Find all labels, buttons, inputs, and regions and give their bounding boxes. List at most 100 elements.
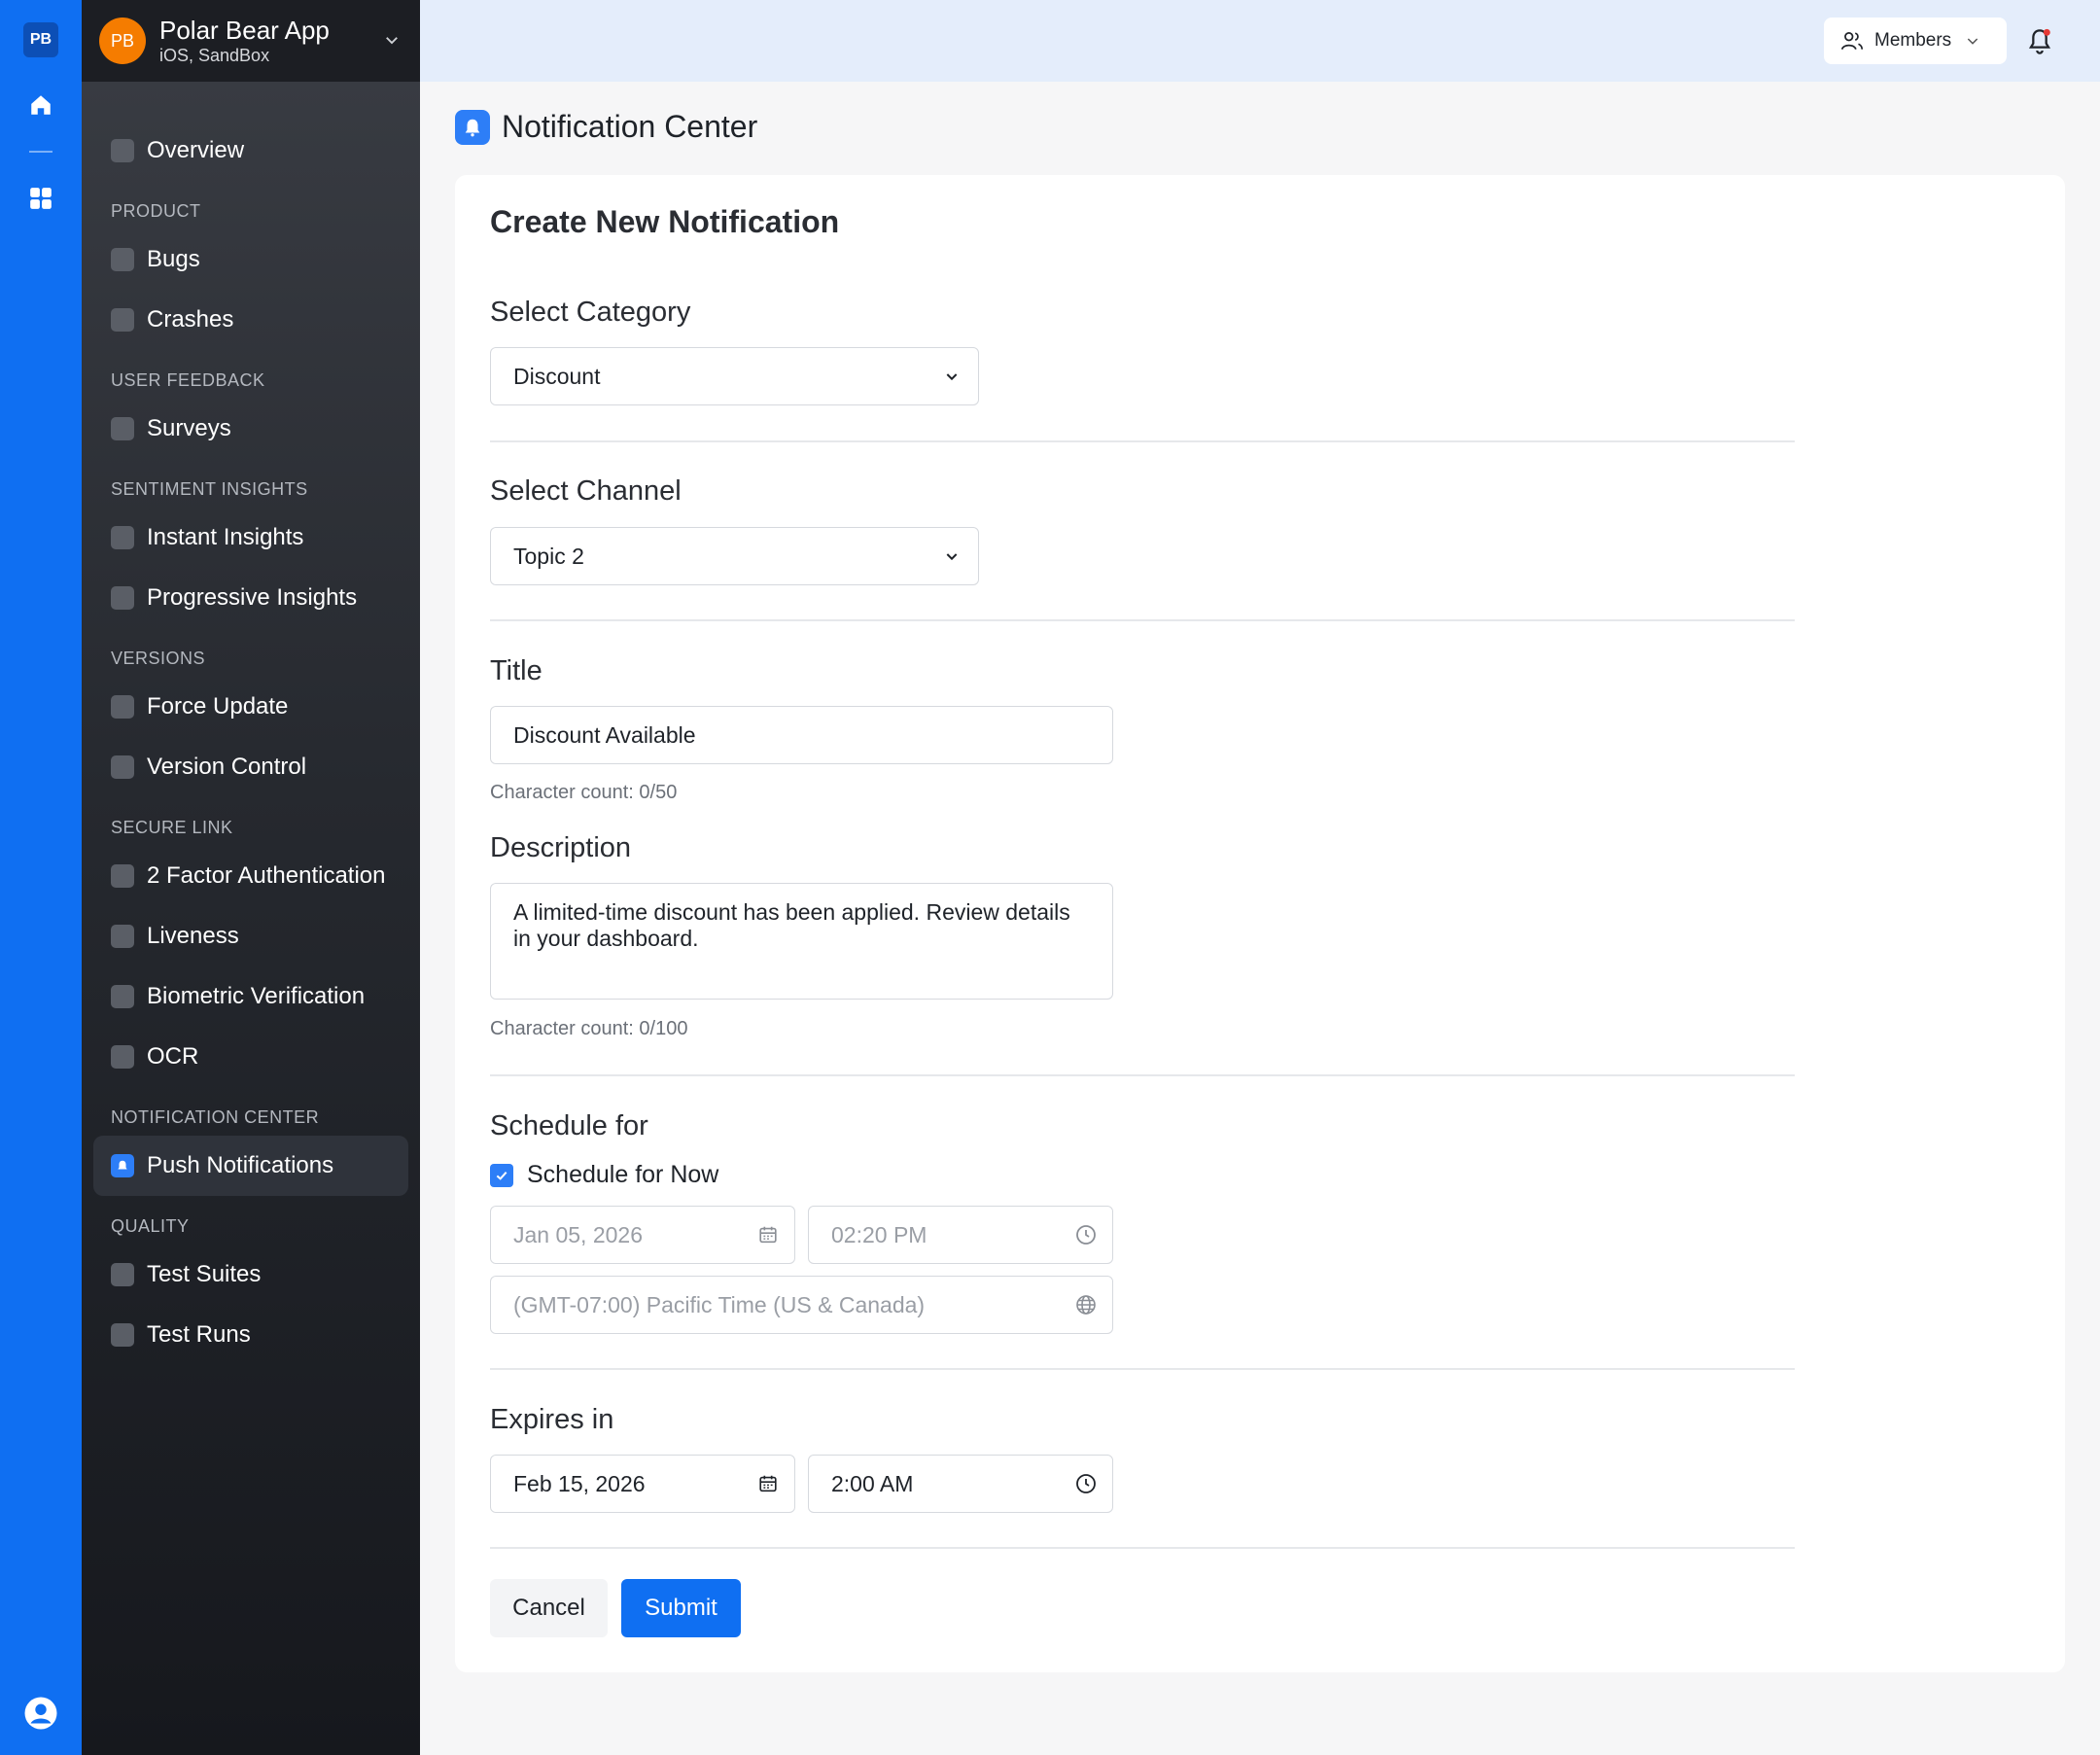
- shield-lock-icon: [111, 864, 134, 888]
- page-header: Notification Center: [455, 109, 757, 145]
- title-input[interactable]: Discount Available: [490, 706, 1113, 764]
- members-label: Members: [1874, 30, 1952, 51]
- notification-center-icon: [455, 109, 490, 145]
- workspace-badge[interactable]: PB: [23, 22, 58, 57]
- schedule-time-input[interactable]: 02:20 PM: [808, 1206, 1113, 1264]
- category-value: Discount: [513, 363, 601, 389]
- calendar-icon: [755, 1471, 781, 1496]
- app-rail: PB: [0, 0, 82, 1755]
- clock-icon: [1073, 1471, 1099, 1496]
- section-secure-link: SECURE LINK: [111, 818, 233, 837]
- sidebar: PB Polar Bear App iOS, SandBox Overview …: [82, 0, 420, 1755]
- calendar-icon: [755, 1222, 781, 1247]
- sidebar-item-ocr[interactable]: OCR: [82, 1027, 420, 1087]
- sidebar-item-label: Test Runs: [147, 1321, 251, 1348]
- sidebar-item-push-notifications[interactable]: Push Notifications: [93, 1136, 408, 1196]
- description-label: Description: [490, 832, 632, 863]
- home-icon[interactable]: [25, 89, 56, 121]
- create-notification-card: Create New Notification Select Category …: [455, 175, 2065, 1672]
- title-value: Discount Available: [513, 721, 696, 748]
- channel-label: Select Channel: [490, 475, 682, 507]
- sidebar-item-label: Bugs: [147, 246, 200, 272]
- submit-button[interactable]: Submit: [621, 1579, 741, 1637]
- section-sentiment-insights: SENTIMENT INSIGHTS: [111, 479, 308, 499]
- apps-grid-icon[interactable]: [25, 183, 56, 214]
- sidebar-item-progressive-insights[interactable]: Progressive Insights: [82, 568, 420, 628]
- sidebar-item-label: Overview: [147, 137, 245, 163]
- sidebar-item-test-runs[interactable]: Test Runs: [82, 1305, 420, 1365]
- sidebar-item-surveys[interactable]: Surveys: [82, 399, 420, 459]
- members-dropdown[interactable]: Members: [1824, 18, 2007, 64]
- overview-icon: [111, 139, 134, 162]
- app-environment: iOS, SandBox: [159, 46, 270, 65]
- sidebar-item-label: Crashes: [147, 306, 234, 333]
- section-user-feedback: USER FEEDBACK: [111, 370, 265, 390]
- notification-icon: [111, 1154, 134, 1177]
- description-textarea[interactable]: A limited-time discount has been applied…: [490, 883, 1113, 1000]
- chevron-down-icon: [939, 544, 964, 569]
- heart-icon: [111, 526, 134, 549]
- shield-check-icon: [111, 1263, 134, 1286]
- schedule-now-checkbox[interactable]: Schedule for Now: [490, 1161, 718, 1189]
- inbox-icon: [111, 1323, 134, 1347]
- schedule-timezone-select[interactable]: (GMT-07:00) Pacific Time (US & Canada): [490, 1276, 1113, 1334]
- channel-value: Topic 2: [513, 543, 584, 569]
- sidebar-item-liveness[interactable]: Liveness: [82, 906, 420, 966]
- channel-select[interactable]: Topic 2: [490, 527, 979, 585]
- schedule-date-input[interactable]: Jan 05, 2026: [490, 1206, 795, 1264]
- sidebar-item-label: Instant Insights: [147, 524, 304, 550]
- section-product: PRODUCT: [111, 201, 201, 221]
- expires-time-value: 2:00 AM: [831, 1470, 914, 1496]
- sidebar-item-label: Liveness: [147, 923, 239, 949]
- schedule-date-value: Jan 05, 2026: [513, 1221, 644, 1247]
- app-name: Polar Bear App: [159, 16, 330, 45]
- chevron-down-icon[interactable]: [383, 31, 401, 49]
- category-select[interactable]: Discount: [490, 347, 979, 405]
- sidebar-item-crashes[interactable]: Crashes: [82, 290, 420, 350]
- scan-icon: [111, 1045, 134, 1069]
- sidebar-item-label: 2 Factor Authentication: [147, 862, 386, 889]
- sidebar-item-instant-insights[interactable]: Instant Insights: [82, 508, 420, 568]
- section-notification-center: NOTIFICATION CENTER: [111, 1107, 320, 1127]
- expires-date-input[interactable]: Feb 15, 2026: [490, 1455, 795, 1513]
- chevron-down-icon: [1968, 38, 1978, 45]
- upload-icon: [111, 695, 134, 719]
- app-avatar: PB: [99, 18, 146, 64]
- app-switcher[interactable]: PB Polar Bear App iOS, SandBox: [82, 0, 420, 82]
- globe-icon: [1073, 1292, 1099, 1317]
- sidebar-item-force-update[interactable]: Force Update: [82, 677, 420, 737]
- section-versions: VERSIONS: [111, 649, 206, 668]
- users-icon: [1840, 32, 1864, 51]
- sidebar-nav: Overview PRODUCT Bugs Crashes USER FEEDB…: [82, 82, 420, 1365]
- user-account-icon[interactable]: [23, 1696, 58, 1731]
- link-icon: [111, 586, 134, 610]
- cancel-button[interactable]: Cancel: [490, 1579, 608, 1637]
- sidebar-item-label: Push Notifications: [147, 1152, 334, 1178]
- expires-time-input[interactable]: 2:00 AM: [808, 1455, 1113, 1513]
- sidebar-item-label: Progressive Insights: [147, 584, 358, 611]
- form-heading: Create New Notification: [490, 204, 840, 239]
- divider: [490, 619, 1795, 621]
- section-quality: QUALITY: [111, 1216, 190, 1236]
- bug-icon: [111, 248, 134, 271]
- sidebar-item-test-suites[interactable]: Test Suites: [82, 1245, 420, 1305]
- category-label: Select Category: [490, 297, 691, 328]
- sidebar-item-biometric[interactable]: Biometric Verification: [82, 966, 420, 1027]
- schedule-time-value: 02:20 PM: [831, 1221, 928, 1247]
- divider: [490, 1074, 1795, 1076]
- sidebar-item-bugs[interactable]: Bugs: [82, 229, 420, 290]
- schedule-timezone-value: (GMT-07:00) Pacific Time (US & Canada): [513, 1291, 926, 1317]
- star-icon: [111, 417, 134, 440]
- divider: [490, 1547, 1795, 1549]
- bell-icon[interactable]: [2024, 25, 2055, 56]
- sidebar-item-overview[interactable]: Overview: [82, 121, 420, 181]
- sidebar-item-2fa[interactable]: 2 Factor Authentication: [82, 846, 420, 906]
- sidebar-item-label: OCR: [147, 1043, 199, 1070]
- schedule-label: Schedule for: [490, 1110, 648, 1141]
- divider: [490, 1368, 1795, 1370]
- checkbox-checked-icon: [490, 1163, 513, 1187]
- expires-date-value: Feb 15, 2026: [513, 1470, 646, 1496]
- rail-divider: [29, 151, 52, 153]
- sidebar-item-version-control[interactable]: Version Control: [82, 737, 420, 797]
- description-character-count: Character count: 0/100: [490, 1018, 688, 1039]
